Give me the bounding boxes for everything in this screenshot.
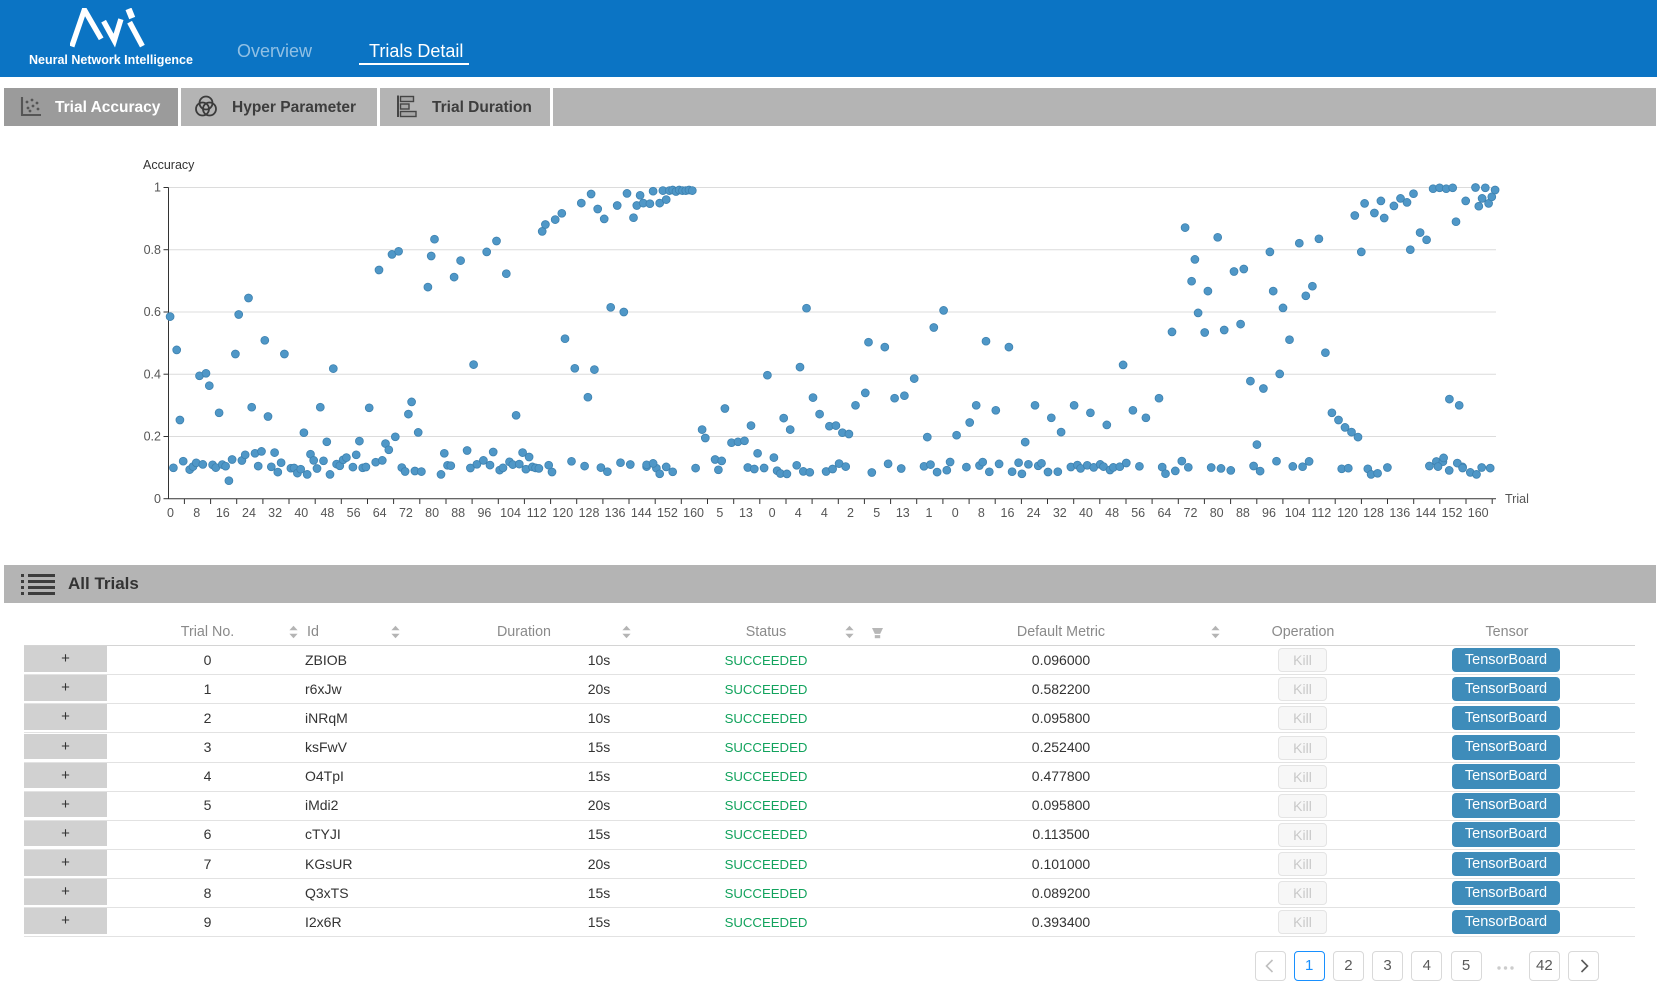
svg-text:120: 120: [552, 506, 573, 520]
svg-text:72: 72: [1184, 506, 1198, 520]
svg-text:40: 40: [1079, 506, 1093, 520]
svg-text:56: 56: [347, 506, 361, 520]
svg-text:144: 144: [1415, 506, 1436, 520]
svg-text:8: 8: [193, 506, 200, 520]
svg-text:40: 40: [294, 506, 308, 520]
svg-text:80: 80: [425, 506, 439, 520]
svg-text:152: 152: [1442, 506, 1463, 520]
svg-text:112: 112: [527, 506, 547, 520]
svg-text:72: 72: [399, 506, 413, 520]
svg-text:32: 32: [1053, 506, 1067, 520]
svg-text:48: 48: [320, 506, 334, 520]
svg-text:144: 144: [631, 506, 652, 520]
svg-text:Trial: Trial: [1505, 492, 1529, 506]
svg-text:0.4: 0.4: [144, 367, 161, 381]
svg-text:128: 128: [579, 506, 600, 520]
svg-text:136: 136: [1389, 506, 1410, 520]
svg-text:8: 8: [978, 506, 985, 520]
svg-text:80: 80: [1210, 506, 1224, 520]
svg-text:160: 160: [683, 506, 704, 520]
svg-text:88: 88: [1236, 506, 1250, 520]
svg-text:5: 5: [716, 506, 723, 520]
svg-text:Accuracy: Accuracy: [143, 158, 195, 172]
svg-text:0: 0: [154, 492, 161, 506]
svg-text:16: 16: [216, 506, 230, 520]
svg-text:56: 56: [1131, 506, 1145, 520]
svg-text:128: 128: [1363, 506, 1384, 520]
svg-text:112: 112: [1311, 506, 1331, 520]
svg-text:24: 24: [1027, 506, 1041, 520]
svg-text:4: 4: [821, 506, 828, 520]
svg-text:13: 13: [739, 506, 753, 520]
svg-text:2: 2: [847, 506, 854, 520]
svg-text:1: 1: [154, 181, 161, 195]
svg-text:1: 1: [926, 506, 933, 520]
svg-text:0.6: 0.6: [144, 305, 161, 319]
svg-text:13: 13: [896, 506, 910, 520]
svg-text:104: 104: [1285, 506, 1306, 520]
svg-text:32: 32: [268, 506, 282, 520]
svg-text:136: 136: [605, 506, 626, 520]
svg-text:0: 0: [167, 506, 174, 520]
svg-text:88: 88: [451, 506, 465, 520]
svg-text:24: 24: [242, 506, 256, 520]
svg-text:96: 96: [477, 506, 491, 520]
svg-text:120: 120: [1337, 506, 1358, 520]
svg-text:0: 0: [769, 506, 776, 520]
svg-text:64: 64: [1157, 506, 1171, 520]
svg-text:152: 152: [657, 506, 678, 520]
svg-text:5: 5: [873, 506, 880, 520]
svg-text:104: 104: [500, 506, 521, 520]
svg-text:48: 48: [1105, 506, 1119, 520]
svg-text:0: 0: [952, 506, 959, 520]
svg-text:160: 160: [1468, 506, 1489, 520]
svg-text:4: 4: [795, 506, 802, 520]
svg-text:0.8: 0.8: [144, 243, 161, 257]
svg-text:16: 16: [1001, 506, 1015, 520]
svg-text:64: 64: [373, 506, 387, 520]
svg-text:0.2: 0.2: [144, 430, 161, 444]
svg-text:96: 96: [1262, 506, 1276, 520]
